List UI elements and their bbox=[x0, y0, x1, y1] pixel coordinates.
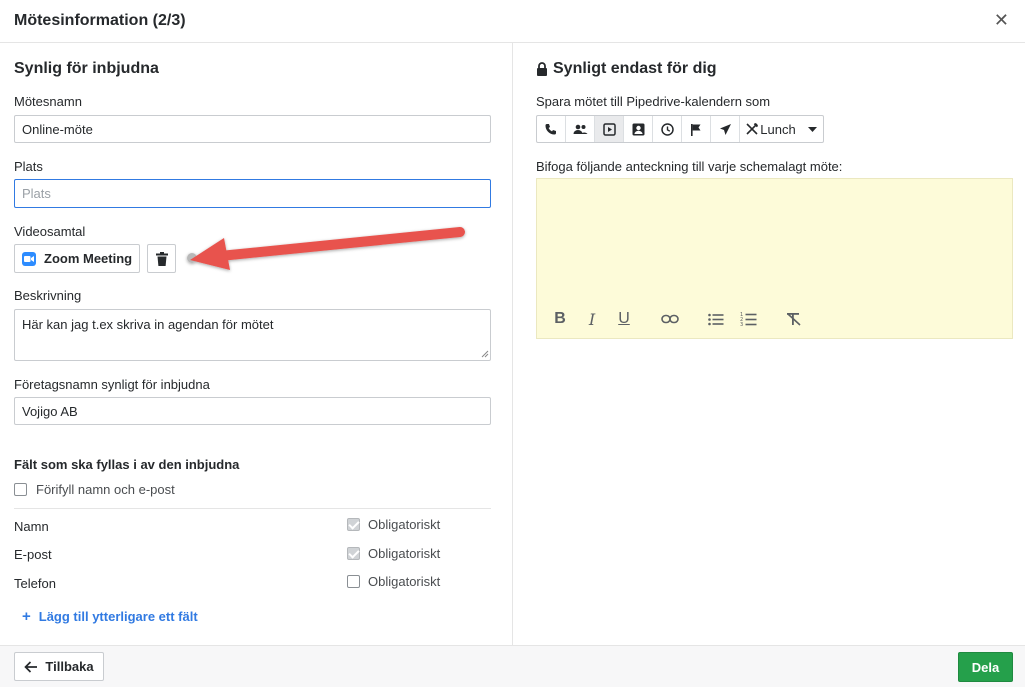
activity-type-selector: Lunch bbox=[536, 115, 824, 143]
link-icon[interactable] bbox=[659, 308, 681, 330]
required-checkbox[interactable] bbox=[347, 575, 360, 588]
plus-icon: + bbox=[22, 608, 31, 625]
annotation-arrow-icon bbox=[187, 227, 465, 270]
email-icon[interactable] bbox=[711, 116, 740, 142]
lunch-label: Lunch bbox=[760, 121, 796, 137]
invitee-fields-title: Fält som ska fyllas i av den inbjudna bbox=[14, 457, 240, 472]
zoom-meeting-button[interactable]: Zoom Meeting bbox=[14, 244, 140, 273]
lock-icon bbox=[536, 62, 548, 76]
bullet-list-icon[interactable] bbox=[705, 308, 727, 330]
dialog-footer: Tillbaka Dela bbox=[0, 645, 1025, 687]
dialog-header: Mötesinformation (2/3) ✕ bbox=[0, 0, 1025, 43]
prefill-checkbox[interactable] bbox=[14, 483, 27, 496]
required-label: Obligatoriskt bbox=[368, 546, 441, 561]
delete-video-button[interactable] bbox=[147, 244, 176, 273]
dialog-title: Mötesinformation (2/3) bbox=[14, 12, 186, 29]
description-label: Beskrivning bbox=[14, 288, 82, 303]
lunch-type-dropdown[interactable]: Lunch bbox=[740, 116, 823, 142]
field-name: Telefon bbox=[14, 576, 56, 591]
section-title-private: Synligt endast för dig bbox=[536, 60, 717, 78]
arrow-left-icon bbox=[24, 660, 38, 673]
share-button[interactable]: Dela bbox=[958, 652, 1013, 682]
meeting-icon[interactable] bbox=[566, 116, 595, 142]
note-formatting-toolbar: B I U 123 bbox=[549, 308, 805, 330]
add-field-label: Lägg till ytterligare ett fält bbox=[38, 609, 198, 624]
invitee-visible-panel: Synlig för inbjudna Mötesnamn Plats Vide… bbox=[0, 43, 513, 645]
required-label: Obligatoriskt bbox=[368, 574, 441, 589]
chevron-down-icon bbox=[807, 126, 817, 132]
section-title-invitee: Synlig för inbjudna bbox=[14, 60, 159, 77]
bold-icon[interactable]: B bbox=[549, 308, 571, 330]
flag-icon[interactable] bbox=[682, 116, 711, 142]
deadline-icon[interactable] bbox=[653, 116, 682, 142]
required-checkbox[interactable] bbox=[347, 547, 360, 560]
note-label: Bifoga följande anteckning till varje sc… bbox=[536, 159, 843, 174]
prefill-label: Förifyll namn och e-post bbox=[36, 482, 175, 497]
close-icon[interactable]: ✕ bbox=[994, 10, 1009, 31]
meeting-name-label: Mötesnamn bbox=[14, 94, 82, 109]
trash-icon bbox=[155, 251, 168, 266]
zoom-meeting-label: Zoom Meeting bbox=[44, 251, 133, 266]
location-label: Plats bbox=[14, 159, 43, 174]
field-name: E-post bbox=[14, 547, 52, 562]
add-field-link[interactable]: + Lägg till ytterligare ett fält bbox=[22, 608, 198, 625]
company-name-input[interactable] bbox=[14, 397, 491, 425]
call-icon[interactable] bbox=[537, 116, 566, 142]
lunch-icon bbox=[746, 123, 758, 135]
required-label: Obligatoriskt bbox=[368, 517, 441, 532]
video-call-label: Videosamtal bbox=[14, 224, 86, 239]
section-title-private-text: Synligt endast för dig bbox=[553, 60, 717, 77]
required-checkbox[interactable] bbox=[347, 518, 360, 531]
location-input[interactable] bbox=[14, 179, 491, 208]
zoom-icon bbox=[22, 251, 36, 266]
description-textarea[interactable]: Här kan jag t.ex skriva in agendan för m… bbox=[14, 309, 491, 361]
underline-icon[interactable]: U bbox=[613, 308, 635, 330]
back-label: Tillbaka bbox=[45, 659, 94, 674]
contact-icon[interactable] bbox=[624, 116, 653, 142]
private-panel: Synligt endast för dig Spara mötet till … bbox=[514, 43, 1025, 645]
note-editor[interactable]: B I U 123 bbox=[536, 178, 1013, 339]
meeting-name-input[interactable] bbox=[14, 115, 491, 143]
svg-text:3: 3 bbox=[740, 322, 743, 326]
calendar-type-label: Spara mötet till Pipedrive-kalendern som bbox=[536, 94, 771, 109]
italic-icon[interactable]: I bbox=[581, 308, 603, 330]
company-name-label: Företagsnamn synligt för inbjudna bbox=[14, 377, 210, 392]
numbered-list-icon[interactable]: 123 bbox=[737, 308, 759, 330]
field-name: Namn bbox=[14, 519, 49, 534]
task-icon[interactable] bbox=[595, 116, 624, 142]
divider bbox=[14, 508, 491, 509]
clear-format-icon[interactable] bbox=[783, 308, 805, 330]
back-button[interactable]: Tillbaka bbox=[14, 652, 104, 681]
